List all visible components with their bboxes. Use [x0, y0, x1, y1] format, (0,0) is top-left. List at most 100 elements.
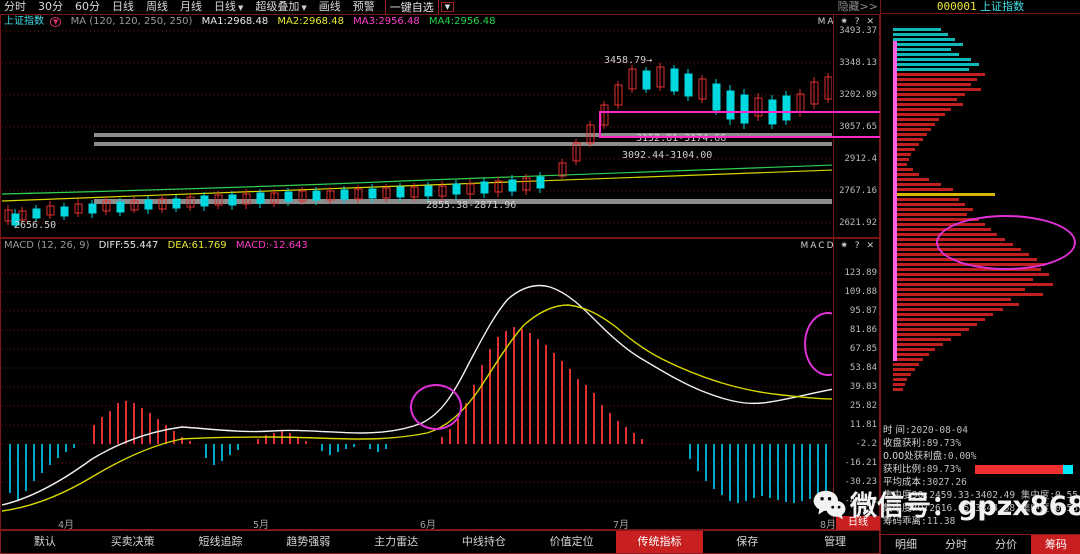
price-axis-tick: 2912.4	[844, 154, 877, 164]
macd-chart-pane: MACD (12, 26, 9) DIFF:55.447 DEA:61.769 …	[0, 238, 880, 530]
info-row-chip-deviation: 筹码乖离:11.38	[883, 515, 1079, 528]
info-row-conc-70: 集中度70:2616.05-3344.68 集中度:0.58	[883, 502, 1079, 515]
lower-zone-annotation: 2855.38-2871.96	[426, 200, 516, 211]
macd-dea-value: DEA:61.769	[168, 240, 227, 251]
info-value-conc-90: 2459.33-3402.49 集中度:0.55	[929, 490, 1078, 501]
price-chart-header: 上证指数 ▼ MA (120, 120, 250, 250) MA1:2968.4…	[1, 15, 879, 29]
x-axis-months: 4月 5月 6月 7月 8月	[0, 516, 880, 530]
macd-axis-tick: 67.85	[850, 344, 877, 354]
chip-concentration-highlight	[936, 215, 1076, 270]
menu-item-30min[interactable]: 30分	[32, 0, 69, 14]
info-label-conc-70: 集中度70	[883, 503, 924, 514]
hide-panel-button[interactable]: 隐藏>>	[838, 0, 878, 14]
x-axis-month-label: 8月	[820, 516, 836, 531]
info-value-chip-deviation: 11.38	[927, 516, 956, 527]
price-axis-tick: 3202.89	[839, 90, 877, 100]
menu-item-60min[interactable]: 60分	[69, 0, 106, 14]
x-axis-month-label: 7月	[613, 516, 629, 531]
period-dropdown-label: 日线	[214, 0, 236, 13]
symbol-name: 上证指数	[980, 0, 1024, 13]
toolbar-item-traditional-indicator[interactable]: 传统指标	[616, 531, 704, 553]
menu-item-alert[interactable]: 预警	[347, 0, 381, 14]
info-value-profit-at-price: 0.00%	[948, 451, 977, 462]
x-axis-month-label: 4月	[58, 516, 74, 531]
menu-item-daily[interactable]: 日线	[106, 0, 140, 14]
macd-diff-value: DIFF:55.447	[99, 240, 159, 251]
macd-chart-header: MACD (12, 26, 9) DIFF:55.447 DEA:61.769 …	[1, 239, 879, 253]
ma3-value: MA3:2956.48	[353, 16, 420, 27]
macd-axis: 123.89 109.88 95.87 81.86 67.85 53.84 39…	[833, 239, 879, 529]
ma4-value: MA4:2956.48	[429, 16, 496, 27]
macd-plot-area[interactable]	[2, 253, 832, 515]
menu-item-draw[interactable]: 画线	[313, 0, 347, 14]
menu-item-fenshi[interactable]: 分时	[0, 0, 32, 14]
top-menu-bar: 分时 30分 60分 日线 周线 月线 日线▼ 超级叠加▼ 画线 预警 一键自选…	[0, 0, 880, 14]
price-axis-tick: 3348.13	[839, 58, 877, 68]
menu-item-weekly[interactable]: 周线	[140, 0, 174, 14]
macd-pane-indicator-name[interactable]: MACD	[801, 241, 836, 251]
watchlist-dropdown-icon[interactable]: ▼	[441, 2, 454, 12]
chip-info-readout: 时 间:2020-08-04 收盘获利:89.73% 0.00处获利盘:0.00…	[883, 424, 1079, 530]
tab-price-volume[interactable]: 分价	[981, 535, 1031, 554]
toolbar-item-main-radar[interactable]: 主力雷达	[352, 531, 440, 553]
info-label-close-profit: 收盘获利	[883, 438, 921, 449]
tab-chips[interactable]: 筹码	[1031, 535, 1080, 554]
toolbar-item-trend-strength[interactable]: 趋势强弱	[264, 531, 352, 553]
x-axis-month-label: 5月	[253, 516, 269, 531]
symbol-code: 000001	[937, 0, 977, 13]
toolbar-item-save[interactable]: 保存	[703, 531, 791, 553]
indicator-dropdown-icon[interactable]: ▼	[50, 17, 61, 27]
bottom-toolbar: 默认 买卖决策 短线追踪 趋势强弱 主力雷达 中线持仓 价值定位 传统指标 保存…	[0, 530, 880, 554]
info-value-avg-cost: 3027.26	[927, 477, 967, 488]
info-value-close-profit: 89.73%	[927, 438, 961, 449]
macd-golden-cross-highlight	[410, 384, 462, 430]
info-row-profit-ratio: 获利比例:89.73%	[883, 463, 1079, 476]
x-axis-month-label: 6月	[420, 516, 436, 531]
ma2-value: MA2:2968.48	[277, 16, 344, 27]
period-indicator-button[interactable]: 日线	[836, 516, 880, 530]
info-label-profit-ratio: 获利比例	[883, 464, 921, 475]
toolbar-item-value-position[interactable]: 价值定位	[528, 531, 616, 553]
tab-timeline[interactable]: 分时	[931, 535, 981, 554]
macd-axis-tick: 123.89	[844, 268, 877, 278]
macd-chart	[2, 253, 832, 515]
price-chart-symbol-name[interactable]: 上证指数	[4, 16, 44, 27]
toolbar-item-default[interactable]: 默认	[1, 531, 89, 553]
macd-axis-tick: 95.87	[850, 306, 877, 316]
chevron-down-icon: ▼	[301, 4, 306, 12]
macd-axis-tick: -2.2	[855, 439, 877, 449]
info-label-profit-at-price: 0.00处获利盘	[883, 451, 942, 462]
symbol-title-bar[interactable]: 000001 上证指数	[881, 0, 1080, 14]
menu-item-monthly[interactable]: 月线	[174, 0, 208, 14]
menu-item-overlay-dropdown[interactable]: 超级叠加▼	[249, 0, 312, 15]
macd-indicator-label: MACD (12, 26, 9)	[4, 240, 89, 251]
chevron-down-icon: ▼	[238, 4, 243, 12]
info-value-date: 2020-08-04	[911, 425, 968, 436]
menu-item-period-dropdown[interactable]: 日线▼	[208, 0, 249, 15]
toolbar-item-short-term[interactable]: 短线追踪	[177, 531, 265, 553]
macd-axis-tick: 53.84	[850, 363, 877, 373]
ma1-value: MA1:2968.48	[202, 16, 269, 27]
chip-distribution-panel: 000001 上证指数	[880, 0, 1080, 554]
macd-axis-tick: -16.21	[844, 458, 877, 468]
profit-ratio-bar-rest	[1063, 465, 1073, 474]
macd-axis-tick: 81.86	[850, 325, 877, 335]
tab-detail[interactable]: 明细	[881, 535, 931, 554]
info-label-date: 时 间	[883, 425, 905, 436]
price-axis-tick: 2621.92	[839, 218, 877, 228]
info-row-profit-at-price: 0.00处获利盘:0.00%	[883, 450, 1079, 463]
right-panel-tabs: 明细 分时 分价 筹码	[881, 534, 1080, 554]
info-value-conc-70: 2616.05-3344.68 集中度:0.58	[929, 503, 1078, 514]
macd-axis-tick: -44.24	[844, 496, 877, 506]
toolbar-item-trade-decision[interactable]: 买卖决策	[89, 531, 177, 553]
macd-axis-tick: 39.83	[850, 382, 877, 392]
info-value-profit-ratio: 89.73%	[927, 464, 961, 475]
toolbar-item-mid-term-hold[interactable]: 中线持仓	[440, 531, 528, 553]
toolbar-item-manage[interactable]: 管理	[791, 531, 879, 553]
price-indicator-label: MA (120, 120, 250, 250)	[71, 16, 193, 27]
info-label-avg-cost: 平均成本	[883, 477, 921, 488]
info-row-date: 时 间:2020-08-04	[883, 424, 1079, 437]
macd-axis-tick: 11.81	[850, 420, 877, 430]
high-price-annotation: 3458.79→	[604, 55, 652, 66]
chip-histogram[interactable]	[881, 15, 1080, 420]
